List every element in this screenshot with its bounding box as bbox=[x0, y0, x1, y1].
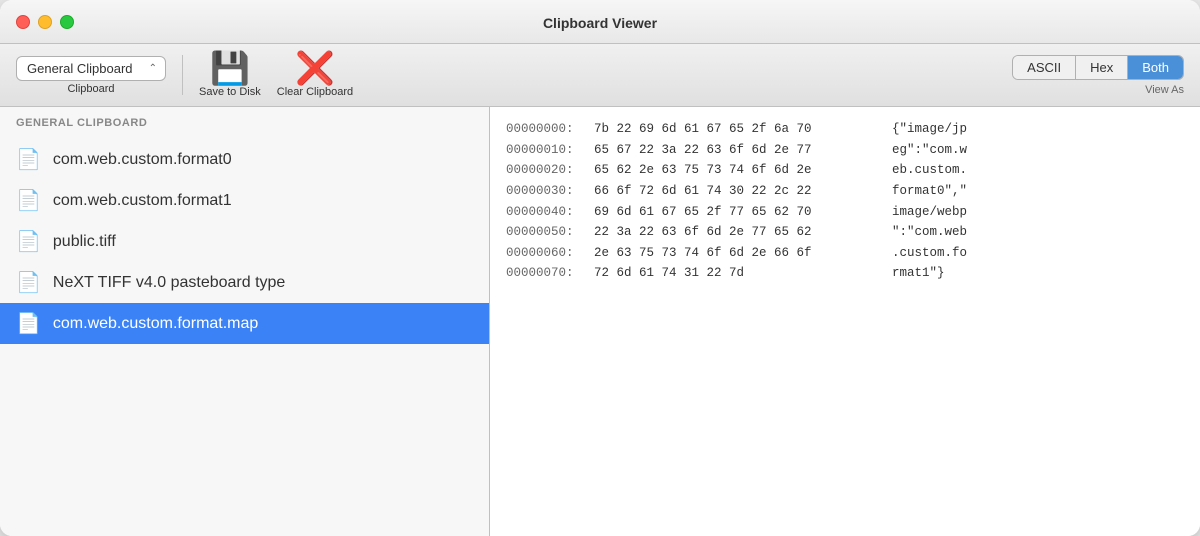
hex-row: 00000030: 66 6f 72 6d 61 74 30 22 2c 22 … bbox=[506, 181, 1184, 202]
title-bar: Clipboard Viewer bbox=[0, 0, 1200, 44]
hex-bytes: 65 67 22 3a 22 63 6f 6d 2e 77 bbox=[594, 140, 884, 161]
chevron-down-icon: ⌃ bbox=[149, 63, 157, 74]
main-content: GENERAL CLIPBOARD 📄 com.web.custom.forma… bbox=[0, 107, 1200, 536]
item-label: com.web.custom.format0 bbox=[53, 151, 232, 169]
clear-label: Clear Clipboard bbox=[277, 86, 353, 98]
view-both-button[interactable]: Both bbox=[1128, 56, 1183, 79]
list-item[interactable]: 📄 NeXT TIFF v4.0 pasteboard type bbox=[0, 262, 489, 303]
clear-icon: ❌ bbox=[295, 52, 335, 84]
save-disk-icon: 💾 bbox=[210, 52, 250, 84]
toolbar: General Clipboard ⌃ Clipboard 💾 Save to … bbox=[0, 44, 1200, 107]
hex-bytes: 2e 63 75 73 74 6f 6d 2e 66 6f bbox=[594, 243, 884, 264]
view-as-group: ASCII Hex Both View As bbox=[1012, 55, 1184, 96]
view-ascii-button[interactable]: ASCII bbox=[1013, 56, 1076, 79]
hex-address: 00000060: bbox=[506, 243, 586, 264]
window-title: Clipboard Viewer bbox=[543, 15, 657, 31]
list-item[interactable]: 📄 public.tiff bbox=[0, 221, 489, 262]
sidebar-list: 📄 com.web.custom.format0 📄 com.web.custo… bbox=[0, 135, 489, 536]
hex-row: 00000020: 65 62 2e 63 75 73 74 6f 6d 2e … bbox=[506, 160, 1184, 181]
sidebar: GENERAL CLIPBOARD 📄 com.web.custom.forma… bbox=[0, 107, 490, 536]
close-button[interactable] bbox=[16, 15, 30, 29]
hex-ascii: {"image/jp bbox=[892, 119, 967, 140]
hex-bytes: 72 6d 61 74 31 22 7d bbox=[594, 263, 884, 284]
clipboard-dropdown-value: General Clipboard bbox=[27, 61, 133, 76]
view-hex-button[interactable]: Hex bbox=[1076, 56, 1128, 79]
hex-ascii: eb.custom. bbox=[892, 160, 967, 181]
hex-ascii: .custom.fo bbox=[892, 243, 967, 264]
document-icon: 📄 bbox=[16, 147, 41, 172]
view-as-buttons: ASCII Hex Both bbox=[1012, 55, 1184, 80]
hex-ascii: image/webp bbox=[892, 202, 967, 223]
list-item[interactable]: 📄 com.web.custom.format0 bbox=[0, 139, 489, 180]
hex-row: 00000050: 22 3a 22 63 6f 6d 2e 77 65 62 … bbox=[506, 222, 1184, 243]
view-as-label: View As bbox=[1145, 84, 1184, 96]
hex-ascii: rmat1"} bbox=[892, 263, 945, 284]
hex-row: 00000000: 7b 22 69 6d 61 67 65 2f 6a 70 … bbox=[506, 119, 1184, 140]
hex-address: 00000020: bbox=[506, 160, 586, 181]
hex-address: 00000010: bbox=[506, 140, 586, 161]
main-window: Clipboard Viewer General Clipboard ⌃ Cli… bbox=[0, 0, 1200, 536]
hex-bytes: 22 3a 22 63 6f 6d 2e 77 65 62 bbox=[594, 222, 884, 243]
item-label: NeXT TIFF v4.0 pasteboard type bbox=[53, 274, 285, 292]
save-label: Save to Disk bbox=[199, 86, 261, 98]
hex-row: 00000070: 72 6d 61 74 31 22 7d rmat1"} bbox=[506, 263, 1184, 284]
minimize-button[interactable] bbox=[38, 15, 52, 29]
document-icon: 📄 bbox=[16, 229, 41, 254]
hex-address: 00000030: bbox=[506, 181, 586, 202]
item-label: com.web.custom.format1 bbox=[53, 192, 232, 210]
list-item-active[interactable]: 📄 com.web.custom.format.map bbox=[0, 303, 489, 344]
hex-bytes: 69 6d 61 67 65 2f 77 65 62 70 bbox=[594, 202, 884, 223]
maximize-button[interactable] bbox=[60, 15, 74, 29]
hex-bytes: 65 62 2e 63 75 73 74 6f 6d 2e bbox=[594, 160, 884, 181]
hex-address: 00000040: bbox=[506, 202, 586, 223]
document-icon: 📄 bbox=[16, 311, 41, 336]
hex-ascii: format0"," bbox=[892, 181, 967, 202]
item-label: com.web.custom.format.map bbox=[53, 315, 258, 333]
hex-view: 00000000: 7b 22 69 6d 61 67 65 2f 6a 70 … bbox=[490, 107, 1200, 536]
hex-ascii: eg":"com.w bbox=[892, 140, 967, 161]
hex-address: 00000000: bbox=[506, 119, 586, 140]
hex-bytes: 66 6f 72 6d 61 74 30 22 2c 22 bbox=[594, 181, 884, 202]
hex-address: 00000070: bbox=[506, 263, 586, 284]
hex-ascii: ":"com.web bbox=[892, 222, 967, 243]
sidebar-header: GENERAL CLIPBOARD bbox=[0, 107, 489, 135]
document-icon: 📄 bbox=[16, 270, 41, 295]
clear-clipboard-button[interactable]: ❌ Clear Clipboard bbox=[277, 52, 353, 98]
document-icon: 📄 bbox=[16, 188, 41, 213]
hex-row: 00000040: 69 6d 61 67 65 2f 77 65 62 70 … bbox=[506, 202, 1184, 223]
hex-row: 00000010: 65 67 22 3a 22 63 6f 6d 2e 77 … bbox=[506, 140, 1184, 161]
clipboard-section-label: Clipboard bbox=[67, 83, 114, 95]
divider-1 bbox=[182, 55, 183, 95]
hex-address: 00000050: bbox=[506, 222, 586, 243]
clipboard-dropdown[interactable]: General Clipboard ⌃ bbox=[16, 56, 166, 81]
list-item[interactable]: 📄 com.web.custom.format1 bbox=[0, 180, 489, 221]
hex-bytes: 7b 22 69 6d 61 67 65 2f 6a 70 bbox=[594, 119, 884, 140]
save-to-disk-button[interactable]: 💾 Save to Disk bbox=[199, 52, 261, 98]
item-label: public.tiff bbox=[53, 233, 116, 251]
hex-row: 00000060: 2e 63 75 73 74 6f 6d 2e 66 6f … bbox=[506, 243, 1184, 264]
traffic-lights bbox=[16, 15, 74, 29]
